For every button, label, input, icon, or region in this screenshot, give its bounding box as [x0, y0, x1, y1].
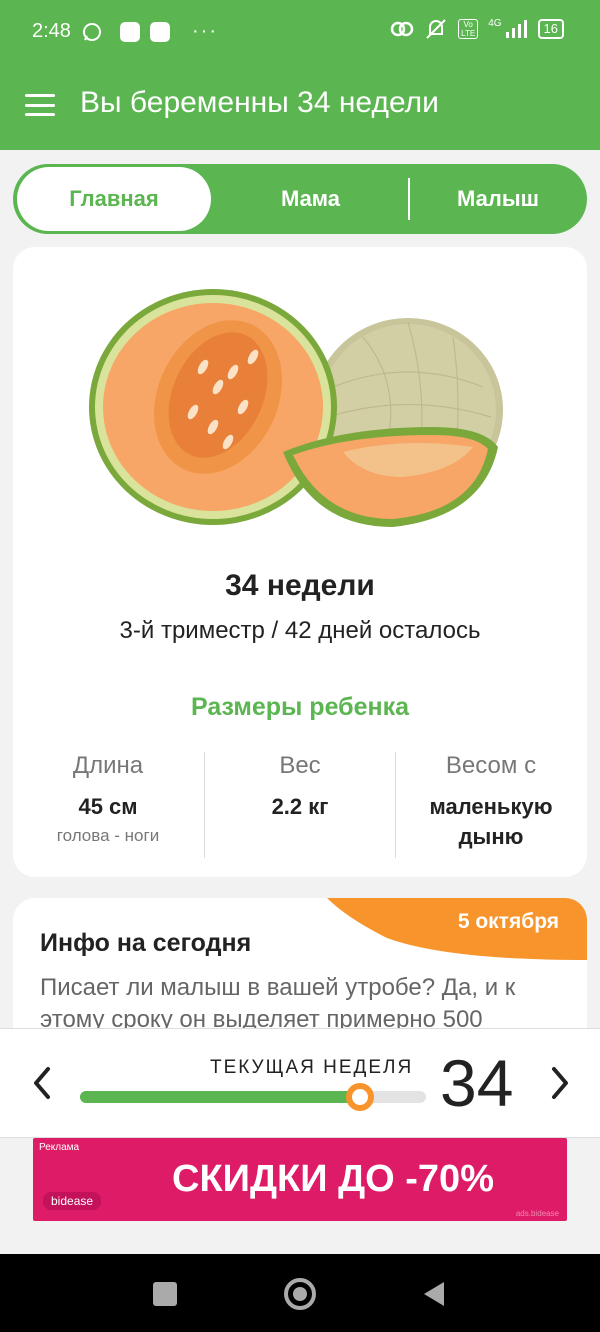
system-status-icons: Vo LTE 4G 16: [390, 18, 564, 40]
menu-icon[interactable]: [25, 94, 55, 116]
home-icon[interactable]: [280, 1274, 320, 1314]
melon-image: [89, 289, 503, 527]
week-title: 34 недели: [225, 569, 375, 602]
recents-icon[interactable]: [145, 1274, 185, 1314]
week-navigator: ТЕКУЩАЯ НЕДЕЛЯ 34: [0, 1028, 600, 1138]
link-icon: [390, 21, 414, 37]
tab-home[interactable]: Главная: [17, 167, 211, 231]
app-notification-icon: [150, 21, 170, 42]
current-week-number: 34: [440, 1046, 514, 1120]
length-note: голова - ноги: [56, 826, 160, 845]
info-date: 5 октября: [457, 910, 559, 933]
week-progress-slider[interactable]: [80, 1083, 426, 1111]
comparison-stat: Весом с маленькую дыню: [396, 752, 586, 852]
baby-sizes-title: Размеры ребенка: [190, 693, 410, 721]
status-time: 2:48: [32, 20, 71, 42]
system-nav-bar: [0, 1254, 600, 1332]
chevron-right-icon[interactable]: [540, 1053, 580, 1113]
whatsapp-icon: [83, 22, 101, 41]
app-notification-icon: [120, 21, 140, 42]
notification-icons: ···: [82, 20, 218, 43]
weight-stat: Вес 2.2 кг: [205, 752, 395, 822]
length-value: 45 см: [78, 794, 138, 819]
length-stat: Длина 45 см голова - ноги: [13, 752, 203, 846]
week-progress-fill: [80, 1091, 361, 1103]
status-bar: 2:48 ··· Vo LTE 4G 16: [0, 0, 600, 64]
info-title: Инфо на сегодня: [40, 929, 252, 957]
back-icon[interactable]: [414, 1274, 454, 1314]
tab-bar: Главная Мама Малыш: [13, 164, 587, 234]
mute-icon: [426, 19, 446, 39]
more-notifications-icon: ···: [192, 20, 218, 42]
length-label: Длина: [72, 752, 144, 779]
ad-label: Реклама: [39, 1142, 80, 1153]
comparison-value: маленькую дыню: [429, 794, 553, 849]
tab-mama[interactable]: Мама: [213, 164, 408, 234]
weight-label: Вес: [279, 752, 321, 779]
ad-brand: bidease: [43, 1192, 102, 1210]
app-bar: Вы беременны 34 недели: [0, 64, 600, 150]
bottom-spacer: [0, 1222, 600, 1254]
week-card: 34 недели 3-й триместр / 42 дней осталос…: [13, 247, 587, 877]
signal-icon: [505, 20, 527, 38]
current-week-label: ТЕКУЩАЯ НЕДЕЛЯ: [210, 1057, 414, 1078]
battery-icon: 16: [537, 19, 564, 39]
battery-level: 16: [543, 21, 558, 36]
chevron-left-icon[interactable]: [22, 1053, 62, 1113]
ad-banner[interactable]: Реклама bidease СКИДКИ ДО -70% ads.bidea…: [33, 1138, 567, 1221]
tab-baby[interactable]: Малыш: [409, 164, 587, 234]
trimester-info: 3-й триместр / 42 дней осталось: [119, 617, 481, 644]
comparison-label: Весом с: [445, 752, 537, 779]
ad-text: СКИДКИ ДО -70%: [172, 1158, 494, 1200]
page-title: Вы беременны 34 недели: [80, 86, 439, 119]
network-type: 4G: [488, 17, 502, 29]
volte-icon: Vo LTE: [458, 19, 479, 39]
info-text: Писает ли малыш в вашей утробе? Да, и к …: [40, 974, 516, 1033]
week-progress-handle[interactable]: [346, 1083, 375, 1111]
ad-footer: ads.bidease: [515, 1209, 559, 1218]
weight-value: 2.2 кг: [271, 794, 329, 819]
